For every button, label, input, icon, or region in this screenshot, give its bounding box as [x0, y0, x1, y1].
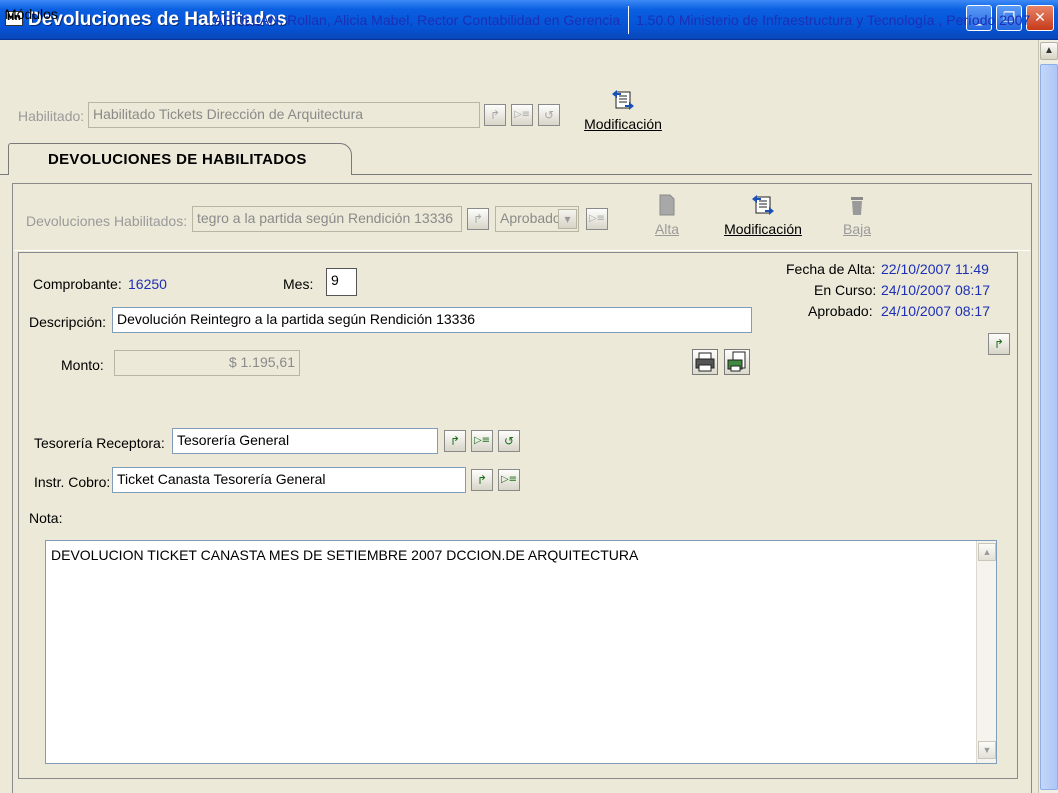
instr-cobro-label: Instr. Cobro: — [34, 474, 111, 490]
print-button[interactable] — [692, 349, 718, 375]
habilitado-modificacion-label: Modificación — [584, 116, 662, 132]
tab-divider — [352, 174, 1032, 175]
tesoreria-label: Tesorería Receptora: — [34, 435, 165, 451]
habilitado-undo-button[interactable]: ↺ — [538, 104, 560, 126]
aprobado-label: Aprobado: — [808, 303, 873, 319]
nota-textarea[interactable]: DEVOLUCION TICKET CANASTA MES DE SETIEMB… — [45, 540, 997, 764]
comprobante-value: 16250 — [128, 276, 167, 292]
habilitado-list-button[interactable]: ▷≡ — [511, 104, 533, 126]
instr-cobro-list-button[interactable]: ▷≡ — [498, 469, 520, 491]
en-curso-label: En Curso: — [814, 282, 877, 298]
estado-select[interactable]: Aprobado ▾ — [495, 206, 579, 232]
fecha-alta-value: 22/10/2007 11:49 — [881, 261, 989, 277]
info-separator — [628, 6, 629, 34]
devoluciones-list-button[interactable]: ▷≡ — [586, 208, 608, 230]
devoluciones-goto-button[interactable]: ↱ — [467, 208, 489, 230]
devoluciones-modificacion-button[interactable]: Modificación — [718, 193, 808, 237]
comprobante-label: Comprobante: — [33, 276, 122, 292]
menu-bar — [0, 40, 1038, 74]
menu-modulos[interactable]: Módulos — [5, 6, 58, 22]
instr-cobro-goto-button[interactable]: ↱ — [471, 469, 493, 491]
nota-scrollbar[interactable]: ▲ ▼ — [976, 541, 996, 763]
descripcion-label: Descripción: — [29, 314, 107, 330]
printer-icon — [695, 352, 715, 372]
modify-icon — [752, 195, 774, 215]
nota-scroll-down-button[interactable]: ▼ — [978, 741, 996, 759]
habilitado-label: Habilitado: — [18, 108, 85, 124]
trash-icon — [851, 197, 863, 215]
alta-button[interactable]: Alta — [644, 193, 690, 237]
modify-icon — [612, 90, 634, 110]
vertical-scrollbar[interactable]: ▲ — [1038, 40, 1058, 793]
print-preview-icon — [727, 351, 746, 372]
new-document-icon — [659, 194, 675, 216]
devoluciones-field[interactable]: tegro a la partida según Rendición 13336 — [192, 206, 462, 232]
frame-separator — [14, 250, 1030, 251]
nota-scroll-up-button[interactable]: ▲ — [978, 543, 996, 561]
preview-button[interactable] — [724, 349, 750, 375]
estado-value: Aprobado — [500, 210, 561, 226]
baja-label: Baja — [842, 221, 872, 237]
fechas-goto-button[interactable]: ↱ — [988, 333, 1010, 355]
habilitado-modificacion-button[interactable]: Modificación — [578, 88, 668, 132]
tesoreria-undo-button[interactable]: ↺ — [498, 430, 520, 452]
devoluciones-modificacion-label: Modificación — [724, 221, 802, 237]
baja-button[interactable]: Baja — [834, 193, 880, 237]
fecha-alta-label: Fecha de Alta: — [786, 261, 876, 277]
en-curso-value: 24/10/2007 08:17 — [881, 282, 990, 298]
mes-field[interactable]: 9 — [326, 268, 357, 296]
tesoreria-goto-button[interactable]: ↱ — [444, 430, 466, 452]
scroll-thumb[interactable] — [1040, 64, 1058, 790]
user-info: AROLLAN, Rollan, Alicia Mabel, Rector Co… — [214, 12, 621, 28]
descripcion-field[interactable]: Devolución Reintegro a la partida según … — [112, 307, 752, 333]
nota-text: DEVOLUCION TICKET CANASTA MES DE SETIEMB… — [51, 547, 639, 563]
tesoreria-list-button[interactable]: ▷≡ — [471, 430, 493, 452]
habilitado-field[interactable]: Habilitado Tickets Dirección de Arquitec… — [88, 102, 480, 128]
monto-field[interactable]: $ 1.195,61 — [114, 350, 300, 376]
tab-divider-left — [0, 174, 8, 175]
instr-cobro-field[interactable]: Ticket Canasta Tesorería General — [112, 467, 466, 493]
monto-label: Monto: — [61, 357, 104, 373]
devoluciones-label: Devoluciones Habilitados: — [26, 213, 188, 229]
chevron-down-icon[interactable]: ▾ — [558, 209, 577, 229]
tesoreria-field[interactable]: Tesorería General — [172, 428, 438, 454]
habilitado-goto-button[interactable]: ↱ — [484, 104, 506, 126]
mes-label: Mes: — [283, 276, 314, 292]
aprobado-value: 24/10/2007 08:17 — [881, 303, 990, 319]
tab-devoluciones-label: DEVOLUCIONES DE HABILITADOS — [48, 151, 307, 168]
system-info: 1.50.0 Ministerio de Infraestructura y T… — [636, 12, 1031, 28]
alta-label: Alta — [654, 221, 680, 237]
scroll-up-button[interactable]: ▲ — [1040, 42, 1058, 60]
nota-label: Nota: — [29, 510, 63, 526]
